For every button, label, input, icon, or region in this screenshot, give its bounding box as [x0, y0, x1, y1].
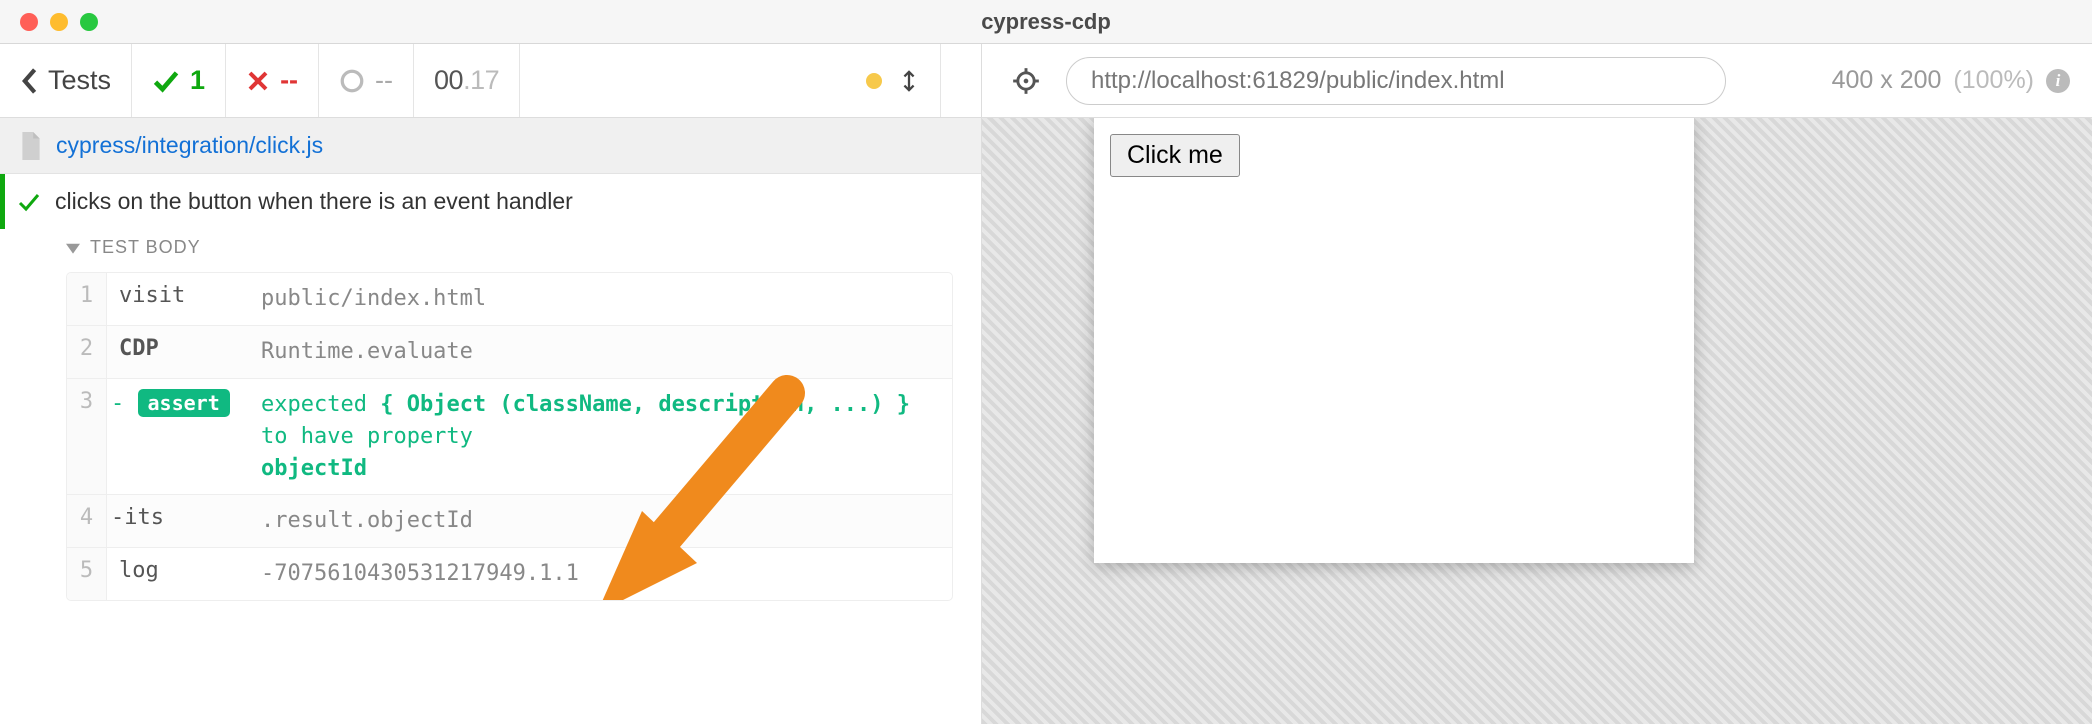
zoom-window-button[interactable] [80, 13, 98, 31]
command-list: 1 visit public/index.html 2 CDP Runtime.… [66, 272, 953, 601]
command-number: 2 [67, 326, 107, 378]
back-to-tests-button[interactable]: Tests [0, 44, 132, 117]
viewport-zoom: (100%) [1953, 66, 2034, 95]
command-name: log [107, 548, 257, 593]
toolbar-spacer [520, 44, 846, 117]
circle-icon [339, 68, 365, 94]
command-number: 3 [67, 379, 107, 495]
resize-arrows-icon [898, 67, 920, 95]
passed-count[interactable]: 1 [132, 44, 226, 117]
command-message: Runtime.evaluate [257, 326, 952, 378]
url-text: http://localhost:61829/public/index.html [1091, 67, 1505, 95]
viewport-info[interactable]: 400 x 200 (100%) i [1832, 66, 2070, 95]
command-name: - assert [107, 379, 257, 427]
status-dot-icon [866, 73, 882, 89]
command-message: -7075610430531217949.1.1 [257, 548, 952, 600]
url-bar[interactable]: http://localhost:61829/public/index.html [1066, 57, 1726, 105]
command-number: 1 [67, 273, 107, 325]
chevron-left-icon [20, 67, 38, 95]
command-message: .result.objectId [257, 495, 952, 547]
checkmark-icon [152, 67, 180, 95]
command-row[interactable]: 1 visit public/index.html [67, 273, 952, 325]
passed-value: 1 [190, 65, 205, 96]
x-icon [246, 69, 270, 93]
viewport-dimensions: 400 x 200 [1832, 66, 1942, 95]
selector-playground-button[interactable] [1004, 59, 1048, 103]
command-row[interactable]: 2 CDP Runtime.evaluate [67, 325, 952, 378]
titlebar: cypress-cdp [0, 0, 2092, 44]
command-row[interactable]: 4 -its .result.objectId [67, 494, 952, 547]
info-icon[interactable]: i [2046, 69, 2070, 93]
aut-pane: http://localhost:61829/public/index.html… [982, 44, 2092, 724]
failed-count[interactable]: -- [226, 44, 319, 117]
command-name: CDP [107, 326, 257, 371]
back-label: Tests [48, 65, 111, 96]
test-row[interactable]: clicks on the button when there is an ev… [0, 174, 981, 229]
command-name: visit [107, 273, 257, 318]
pending-count[interactable]: -- [319, 44, 414, 117]
command-message: expected { Object (className, descriptio… [257, 379, 952, 495]
test-title: clicks on the button when there is an ev… [55, 188, 573, 215]
click-me-button[interactable]: Click me [1110, 134, 1240, 177]
close-window-button[interactable] [20, 13, 38, 31]
traffic-lights [20, 13, 98, 31]
test-body-header[interactable]: TEST BODY [0, 229, 981, 268]
checkmark-icon [17, 190, 41, 214]
command-number: 5 [67, 548, 107, 600]
reload-button[interactable] [941, 44, 981, 117]
crosshair-icon [1012, 67, 1040, 95]
minimize-window-button[interactable] [50, 13, 68, 31]
spec-path: cypress/integration/click.js [56, 132, 323, 159]
spec-file-bar[interactable]: cypress/integration/click.js [0, 118, 981, 174]
failed-value: -- [280, 65, 298, 96]
assert-badge: assert [138, 389, 230, 417]
viewport-status[interactable] [846, 44, 941, 117]
file-icon [20, 132, 42, 160]
test-body-label: TEST BODY [90, 237, 201, 258]
reporter-pane: Tests 1 -- -- 00.17 [0, 44, 982, 724]
command-row[interactable]: 5 log -7075610430531217949.1.1 [67, 547, 952, 600]
caret-down-icon [66, 241, 80, 255]
aut-toolbar: http://localhost:61829/public/index.html… [982, 44, 2092, 118]
pending-value: -- [375, 65, 393, 96]
duration-display: 00.17 [414, 44, 520, 117]
command-name: -its [107, 495, 257, 540]
command-message: public/index.html [257, 273, 952, 325]
command-row-assert[interactable]: 3 - assert expected { Object (className,… [67, 378, 952, 495]
command-number: 4 [67, 495, 107, 547]
aut-viewport: Click me [982, 118, 2092, 724]
reporter-toolbar: Tests 1 -- -- 00.17 [0, 44, 981, 118]
window-title: cypress-cdp [0, 9, 2092, 35]
aut-iframe: Click me [1094, 118, 1694, 563]
